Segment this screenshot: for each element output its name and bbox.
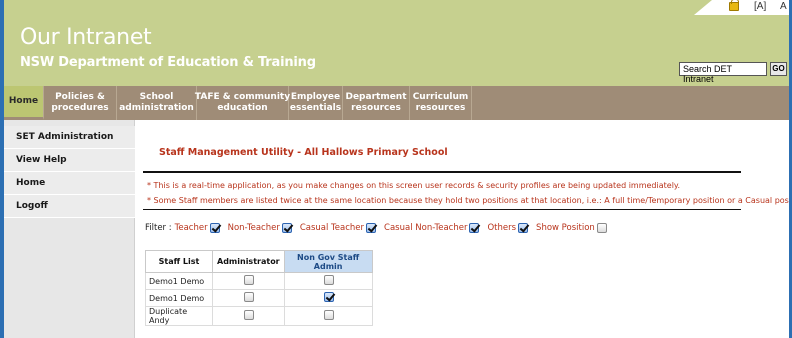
filter-others[interactable]: Others xyxy=(487,223,529,233)
non-gov-admin-checkbox[interactable] xyxy=(324,310,335,320)
table-row: Duplicate Andy xyxy=(145,306,373,326)
sidebar-item-view-help[interactable]: View Help xyxy=(4,149,135,172)
nav-item-label: School administration xyxy=(119,92,194,113)
filter-option-label: Non-Teacher xyxy=(227,223,280,233)
filter-option-label: Show Position xyxy=(536,223,595,233)
staff-name: Duplicate Andy xyxy=(145,306,213,326)
nav-item-label: Curriculum resources xyxy=(412,92,469,113)
nav-item-curriculum[interactable]: Curriculum resources xyxy=(410,86,472,120)
table-row: Demo1 Demo xyxy=(145,289,373,307)
non-gov-admin-cell xyxy=(283,306,373,326)
nav-item-school-admin[interactable]: School administration xyxy=(117,86,197,120)
text-size-link-large[interactable]: A xyxy=(780,1,787,12)
page-frame: [A] A Our Intranet NSW Department of Edu… xyxy=(0,0,792,338)
filter-option-label: Casual Teacher xyxy=(299,223,365,233)
nav-item-employee[interactable]: Employee essentials xyxy=(289,86,343,120)
page-title: Staff Management Utility - All Hallows P… xyxy=(159,147,448,158)
sidebar-item-logoff[interactable]: Logoff xyxy=(4,195,135,218)
administrator-checkbox[interactable] xyxy=(244,310,255,320)
administrator-checkbox[interactable] xyxy=(244,275,255,285)
filter-teacher[interactable]: Teacher xyxy=(175,223,220,233)
filter-label: Filter : xyxy=(145,223,172,233)
header-utility-tab: [A] A xyxy=(694,0,789,15)
administrator-cell xyxy=(212,272,285,290)
main-content: Staff Management Utility - All Hallows P… xyxy=(136,120,792,338)
filter-casual-non-teacher-checkbox[interactable] xyxy=(469,223,480,233)
administrator-checkbox[interactable] xyxy=(244,292,255,302)
non-gov-admin-checkbox[interactable] xyxy=(324,292,335,302)
staff-name: Demo1 Demo xyxy=(145,289,213,307)
filter-casual-non-teacher[interactable]: Casual Non-Teacher xyxy=(384,223,480,233)
search-go-button[interactable]: GO xyxy=(770,62,787,76)
administrator-cell xyxy=(212,289,285,307)
sidebar: SET Administration View Help Home Logoff xyxy=(4,120,135,338)
lock-icon[interactable] xyxy=(729,0,739,11)
non-gov-admin-cell xyxy=(283,272,373,290)
filter-non-teacher-checkbox[interactable] xyxy=(281,223,292,233)
site-header: [A] A Our Intranet NSW Department of Edu… xyxy=(4,0,789,86)
sidebar-item-home[interactable]: Home xyxy=(4,172,135,195)
notice-duplicates: * Some Staff members are listed twice at… xyxy=(147,196,792,205)
staff-name: Demo1 Demo xyxy=(145,272,213,290)
administrator-cell xyxy=(212,306,285,326)
non-gov-admin-cell xyxy=(283,289,373,307)
text-size-link[interactable]: [A] xyxy=(754,1,766,12)
nav-item-label: Department resources xyxy=(345,92,407,113)
filter-option-label: Teacher xyxy=(174,223,208,233)
filter-show-position-checkbox[interactable] xyxy=(596,223,607,233)
main-nav: Home Policies & procedures School admini… xyxy=(4,86,789,120)
filter-show-position[interactable]: Show Position xyxy=(536,223,607,233)
table-row: Demo1 Demo xyxy=(145,272,373,290)
site-title[interactable]: Our Intranet xyxy=(20,25,152,50)
column-header-staff-list: Staff List xyxy=(145,250,213,273)
nav-item-home[interactable]: Home xyxy=(4,86,44,120)
table-header-row: Staff List Administrator Non Gov Staff A… xyxy=(145,250,373,273)
nav-item-label: Employee essentials xyxy=(289,92,342,113)
search-input[interactable]: Search DET Intranet xyxy=(679,62,767,84)
divider xyxy=(143,171,741,173)
nav-item-label: Home xyxy=(8,96,39,106)
nav-item-tafe[interactable]: TAFE & community education xyxy=(194,86,291,120)
nav-item-label: TAFE & community education xyxy=(194,92,291,113)
filter-option-label: Casual Non-Teacher xyxy=(384,223,468,233)
filter-non-teacher[interactable]: Non-Teacher xyxy=(228,223,292,233)
divider xyxy=(143,209,741,210)
column-header-administrator: Administrator xyxy=(212,250,285,273)
filter-others-checkbox[interactable] xyxy=(518,223,529,233)
site-subtitle: NSW Department of Education & Training xyxy=(20,55,316,70)
nav-item-label: Policies & procedures xyxy=(51,92,109,113)
non-gov-admin-checkbox[interactable] xyxy=(324,275,335,285)
filter-casual-teacher[interactable]: Casual Teacher xyxy=(299,223,377,233)
column-header-non-gov-staff-admin[interactable]: Non Gov Staff Admin xyxy=(283,250,373,273)
nav-item-department[interactable]: Department resources xyxy=(343,86,410,120)
sidebar-item-set-administration[interactable]: SET Administration xyxy=(4,126,135,149)
filter-teacher-checkbox[interactable] xyxy=(209,223,220,233)
nav-item-policies[interactable]: Policies & procedures xyxy=(44,86,117,120)
filter-row: Filter : Teacher Non-Teacher Casual Teac… xyxy=(145,223,615,233)
filter-casual-teacher-checkbox[interactable] xyxy=(366,223,377,233)
filter-option-label: Others xyxy=(487,223,517,233)
staff-table: Staff List Administrator Non Gov Staff A… xyxy=(145,250,373,326)
notice-realtime: * This is a real-time application, as yo… xyxy=(147,181,681,190)
